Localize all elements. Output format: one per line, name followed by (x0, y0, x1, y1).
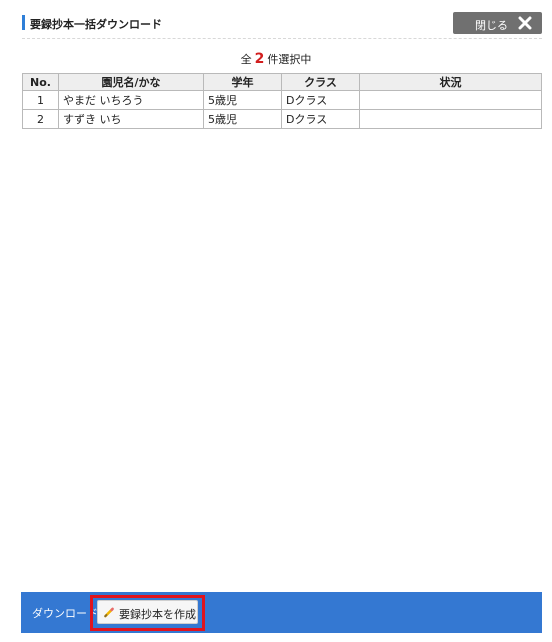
column-header-name: 園児名/かな (58, 73, 204, 91)
pencil-icon (104, 607, 114, 618)
selection-count: 全 2 件選択中 (0, 51, 552, 67)
child-grade: 5歳児 (203, 90, 282, 110)
child-grade: 5歳児 (203, 109, 282, 129)
footer-label: ダウンロード (32, 607, 98, 620)
selection-prefix: 全 (240, 53, 252, 66)
create-abstract-button[interactable]: 要録抄本を作成 (97, 600, 198, 624)
row-number: 2 (22, 109, 59, 129)
download-footer: ダウンロード 要録抄本を作成 (21, 592, 542, 633)
create-abstract-button-label: 要録抄本を作成 (119, 608, 196, 621)
results-table: No. 園児名/かな 学年 クラス 状況 1 やまだ いちろう 5歳児 Dクラス… (22, 73, 542, 129)
close-button[interactable]: 閉じる (453, 12, 542, 34)
page-title: 要録抄本一括ダウンロード (30, 18, 162, 31)
row-number: 1 (22, 90, 59, 110)
child-name: やまだ いちろう (58, 90, 204, 110)
column-header-no: No. (22, 73, 59, 91)
table-row: 2 すずき いち 5歳児 Dクラス (22, 109, 542, 129)
column-header-status: 状況 (359, 73, 542, 91)
child-class: Dクラス (281, 109, 360, 129)
child-name: すずき いち (58, 109, 204, 129)
column-header-grade: 学年 (203, 73, 282, 91)
table-row: 1 やまだ いちろう 5歳児 Dクラス (22, 90, 542, 110)
header: 要録抄本一括ダウンロード 閉じる (22, 12, 542, 39)
row-status (359, 109, 542, 129)
table-header-row: No. 園児名/かな 学年 クラス 状況 (22, 73, 542, 91)
selection-suffix: 件選択中 (267, 53, 312, 66)
title-accent-bar (22, 15, 25, 30)
close-button-label: 閉じる (475, 19, 508, 32)
selection-count-number: 2 (254, 51, 265, 67)
child-class: Dクラス (281, 90, 360, 110)
close-icon (518, 16, 532, 30)
row-status (359, 90, 542, 110)
column-header-class: クラス (281, 73, 360, 91)
